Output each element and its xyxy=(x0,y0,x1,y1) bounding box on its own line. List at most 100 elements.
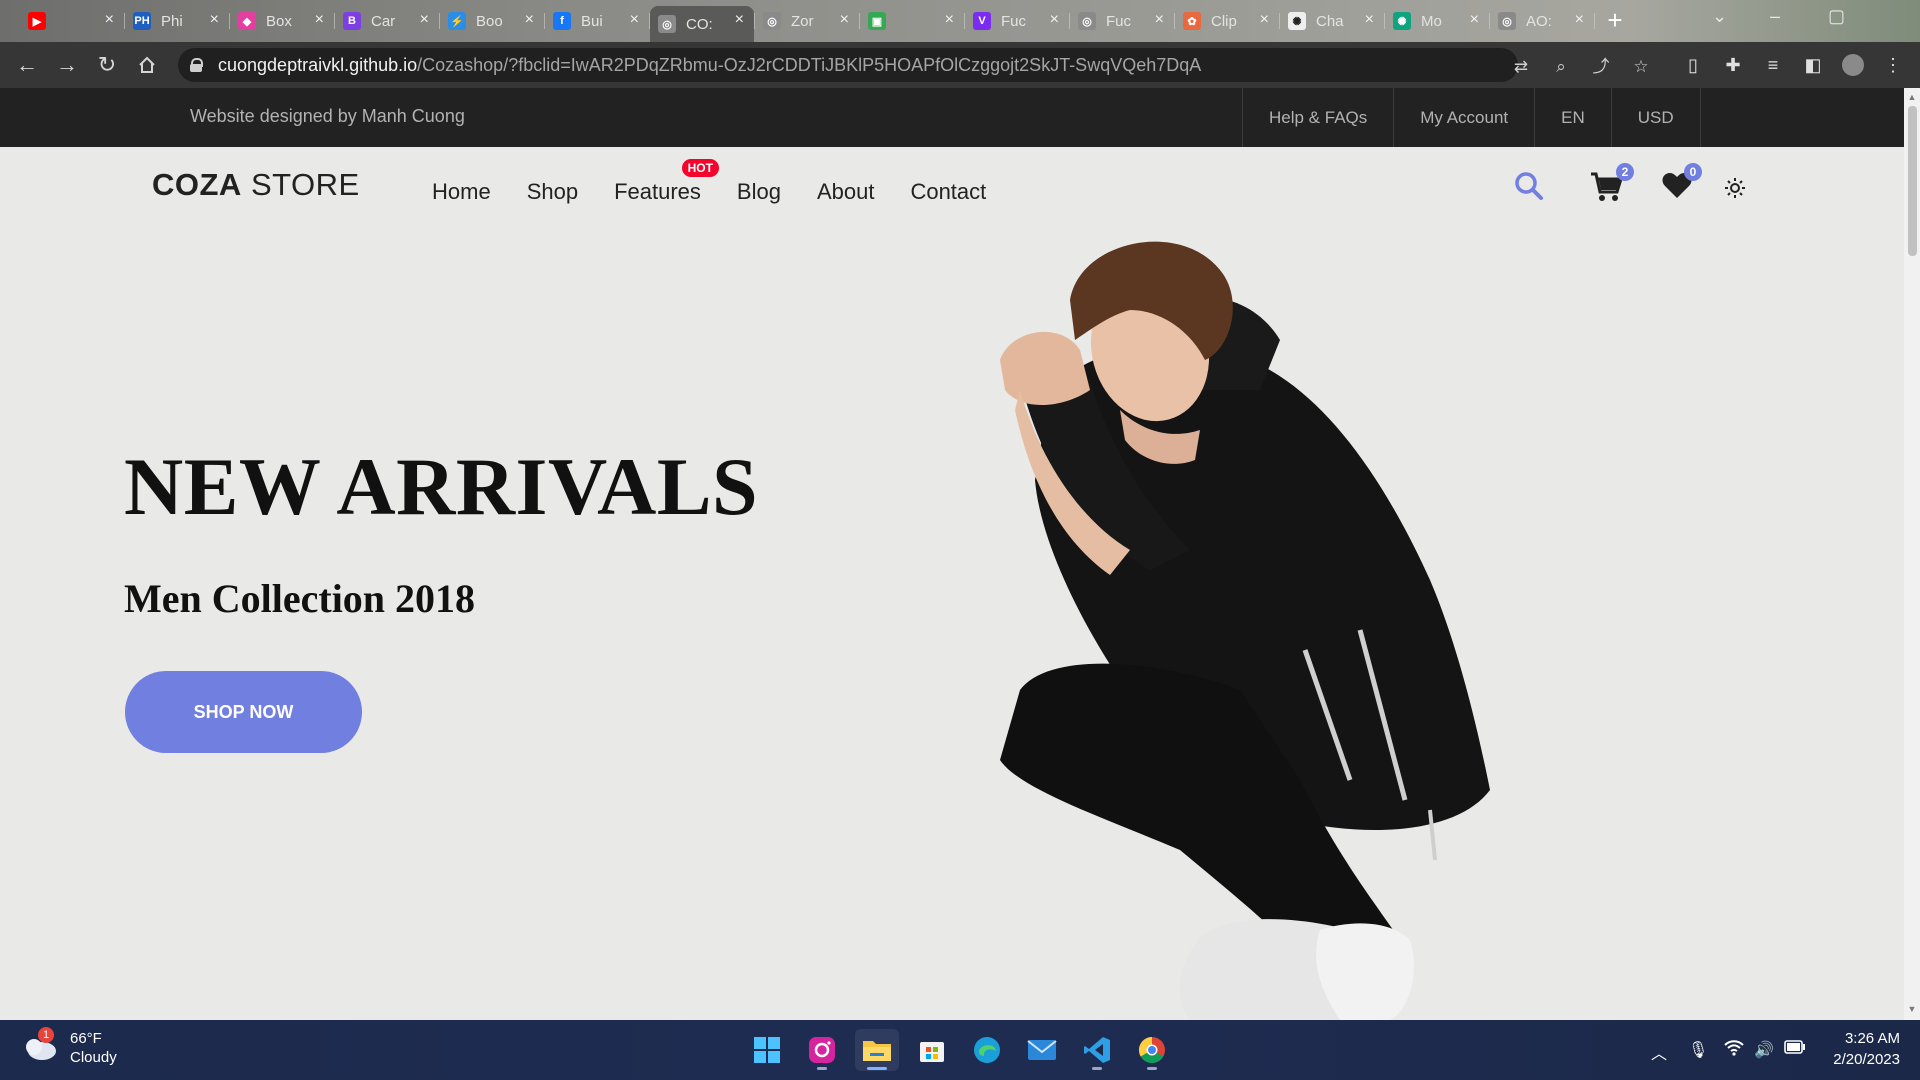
browser-tab[interactable]: V Fuc × xyxy=(965,6,1070,36)
browser-tab[interactable]: ◎ CO: × xyxy=(650,6,755,42)
show-hidden-icons-chevron-icon[interactable]: ︿ xyxy=(1651,1040,1667,1064)
site-header: COZA STORE Home Shop Features HOT Blog Ab… xyxy=(0,147,1904,237)
share-icon[interactable]: ⤴ xyxy=(1590,56,1612,78)
tab-title: CO: xyxy=(686,15,713,33)
minimize-button[interactable]: – xyxy=(1770,6,1780,27)
tab-title: Zor xyxy=(791,12,814,30)
mail-icon[interactable] xyxy=(1020,1029,1064,1071)
home-icon[interactable] xyxy=(132,50,162,80)
my-account-link[interactable]: My Account xyxy=(1394,88,1536,147)
ph-icon: PH xyxy=(133,12,151,30)
vscode-icon[interactable] xyxy=(1075,1029,1119,1071)
search-icon[interactable] xyxy=(1514,171,1544,206)
instagram-icon[interactable] xyxy=(800,1029,844,1071)
battery-icon[interactable] xyxy=(1784,1040,1806,1059)
nav-features[interactable]: Features HOT xyxy=(614,159,719,205)
tab-close-icon[interactable]: × xyxy=(525,11,534,29)
maximize-button[interactable]: ▢ xyxy=(1828,6,1845,27)
side-panel-icon[interactable]: ◧ xyxy=(1800,52,1826,78)
nav-shop[interactable]: Shop xyxy=(527,179,578,205)
theme-toggle-sun-icon[interactable] xyxy=(1724,177,1746,204)
browser-tab[interactable]: ◎ Zor × xyxy=(755,6,860,36)
system-clock[interactable]: 3:26 AM 2/20/2023 xyxy=(1820,1028,1900,1070)
bookmark-star-icon[interactable]: ☆ xyxy=(1630,56,1652,78)
translate-icon[interactable]: ⇄ xyxy=(1510,56,1532,78)
site-logo[interactable]: COZA STORE xyxy=(152,167,360,203)
tab-close-icon[interactable]: × xyxy=(735,11,744,29)
shop-now-button[interactable]: SHOP NOW xyxy=(125,671,362,753)
tab-close-icon[interactable]: × xyxy=(1575,11,1584,29)
media-queue-icon[interactable]: ≡ xyxy=(1760,52,1786,78)
browser-tab[interactable]: ✿ Clip × xyxy=(1175,6,1280,36)
chrome-icon[interactable] xyxy=(1130,1029,1174,1071)
browser-tab[interactable]: ▶ × xyxy=(20,6,125,36)
weather-widget[interactable]: 1 66°F Cloudy xyxy=(22,1027,117,1067)
browser-tab[interactable]: PH Phi × xyxy=(125,6,230,36)
address-bar[interactable]: cuongdeptraivkl.github.io/Cozashop/?fbcl… xyxy=(178,48,1649,82)
file-explorer-icon[interactable] xyxy=(855,1029,899,1071)
page-scrollbar[interactable]: ▲ ▼ xyxy=(1904,88,1920,1020)
openai-icon: ✺ xyxy=(1288,12,1306,30)
windows-start-icon[interactable] xyxy=(745,1029,789,1071)
browser-tab[interactable]: f Bui × xyxy=(545,6,650,36)
tab-close-icon[interactable]: × xyxy=(840,11,849,29)
browser-tab[interactable]: ◆ Box × xyxy=(230,6,335,36)
tab-close-icon[interactable]: × xyxy=(210,11,219,29)
browser-menu-icon[interactable]: ⋮ xyxy=(1880,52,1906,78)
new-tab-button[interactable]: + xyxy=(1600,6,1630,36)
app-running-indicator xyxy=(817,1067,827,1070)
tab-close-icon[interactable]: × xyxy=(1155,11,1164,29)
forward-icon[interactable]: → xyxy=(52,50,82,80)
globe-icon: ◎ xyxy=(658,15,676,33)
browser-tab[interactable]: B Car × xyxy=(335,6,440,36)
nav-about[interactable]: About xyxy=(817,179,875,205)
browser-tab[interactable]: ✺ Mo × xyxy=(1385,6,1490,36)
currency-link[interactable]: USD xyxy=(1612,88,1701,147)
url-host: cuongdeptraivkl.github.io xyxy=(218,54,418,75)
tab-close-icon[interactable]: × xyxy=(1050,11,1059,29)
main-nav: Home Shop Features HOT Blog About Contact xyxy=(432,159,1022,205)
tab-close-icon[interactable]: × xyxy=(630,11,639,29)
tab-close-icon[interactable]: × xyxy=(420,11,429,29)
browser-tab[interactable]: ▣ × xyxy=(860,6,965,36)
microsoft-store-icon[interactable] xyxy=(910,1029,954,1071)
scroll-up-arrow-icon[interactable]: ▲ xyxy=(1907,92,1917,102)
edge-icon[interactable] xyxy=(965,1029,1009,1071)
microphone-icon[interactable]: 🎙 xyxy=(1688,1040,1708,1060)
zoom-icon[interactable]: ⌕ xyxy=(1550,56,1572,78)
language-link[interactable]: EN xyxy=(1535,88,1612,147)
nav-blog[interactable]: Blog xyxy=(737,179,781,205)
tab-close-icon[interactable]: × xyxy=(1470,11,1479,29)
meet-icon: ▣ xyxy=(868,12,886,30)
cart-icon[interactable]: 2 xyxy=(1590,163,1634,208)
wishlist-heart-icon[interactable]: 0 xyxy=(1662,163,1702,204)
scroll-thumb[interactable] xyxy=(1908,106,1917,256)
browser-tab[interactable]: ◎ AO: × xyxy=(1490,6,1595,36)
wishlist-count-badge: 0 xyxy=(1684,163,1702,181)
tab-close-icon[interactable]: × xyxy=(1260,11,1269,29)
back-icon[interactable]: ← xyxy=(12,50,42,80)
tab-title: AO: xyxy=(1526,12,1552,30)
nav-contact[interactable]: Contact xyxy=(910,179,986,205)
reload-icon[interactable]: ↻ xyxy=(92,50,122,80)
lock-icon[interactable] xyxy=(190,58,203,72)
tab-close-icon[interactable]: × xyxy=(945,11,954,29)
volume-icon[interactable]: 🔊 xyxy=(1754,1040,1774,1060)
browser-tab[interactable]: ⚡ Boo × xyxy=(440,6,545,36)
scroll-down-arrow-icon[interactable]: ▼ xyxy=(1907,1004,1917,1014)
tab-close-icon[interactable]: × xyxy=(1365,11,1374,29)
profile-avatar[interactable] xyxy=(1840,52,1866,78)
facebook-icon: f xyxy=(553,12,571,30)
tab-search-icon[interactable]: ⌄ xyxy=(1712,6,1727,27)
tab-close-icon[interactable]: × xyxy=(105,11,114,29)
wifi-icon[interactable] xyxy=(1724,1040,1744,1061)
nav-home[interactable]: Home xyxy=(432,179,491,205)
tab-close-icon[interactable]: × xyxy=(315,11,324,29)
browser-tab-strip: ▶ × PH Phi × ◆ Box × B Car × ⚡ Boo × f Bui × ◎ CO: × ◎ Zor × ▣ ×… xyxy=(0,0,1920,42)
browser-tab[interactable]: ◎ Fuc × xyxy=(1070,6,1175,36)
help-faqs-link[interactable]: Help & FAQs xyxy=(1243,88,1395,147)
clipchamp-icon: ✿ xyxy=(1183,12,1201,30)
browser-tab[interactable]: ✺ Cha × xyxy=(1280,6,1385,36)
extension-doc-icon[interactable]: ▯ xyxy=(1680,52,1706,78)
extensions-puzzle-icon[interactable]: ✚ xyxy=(1720,52,1746,78)
